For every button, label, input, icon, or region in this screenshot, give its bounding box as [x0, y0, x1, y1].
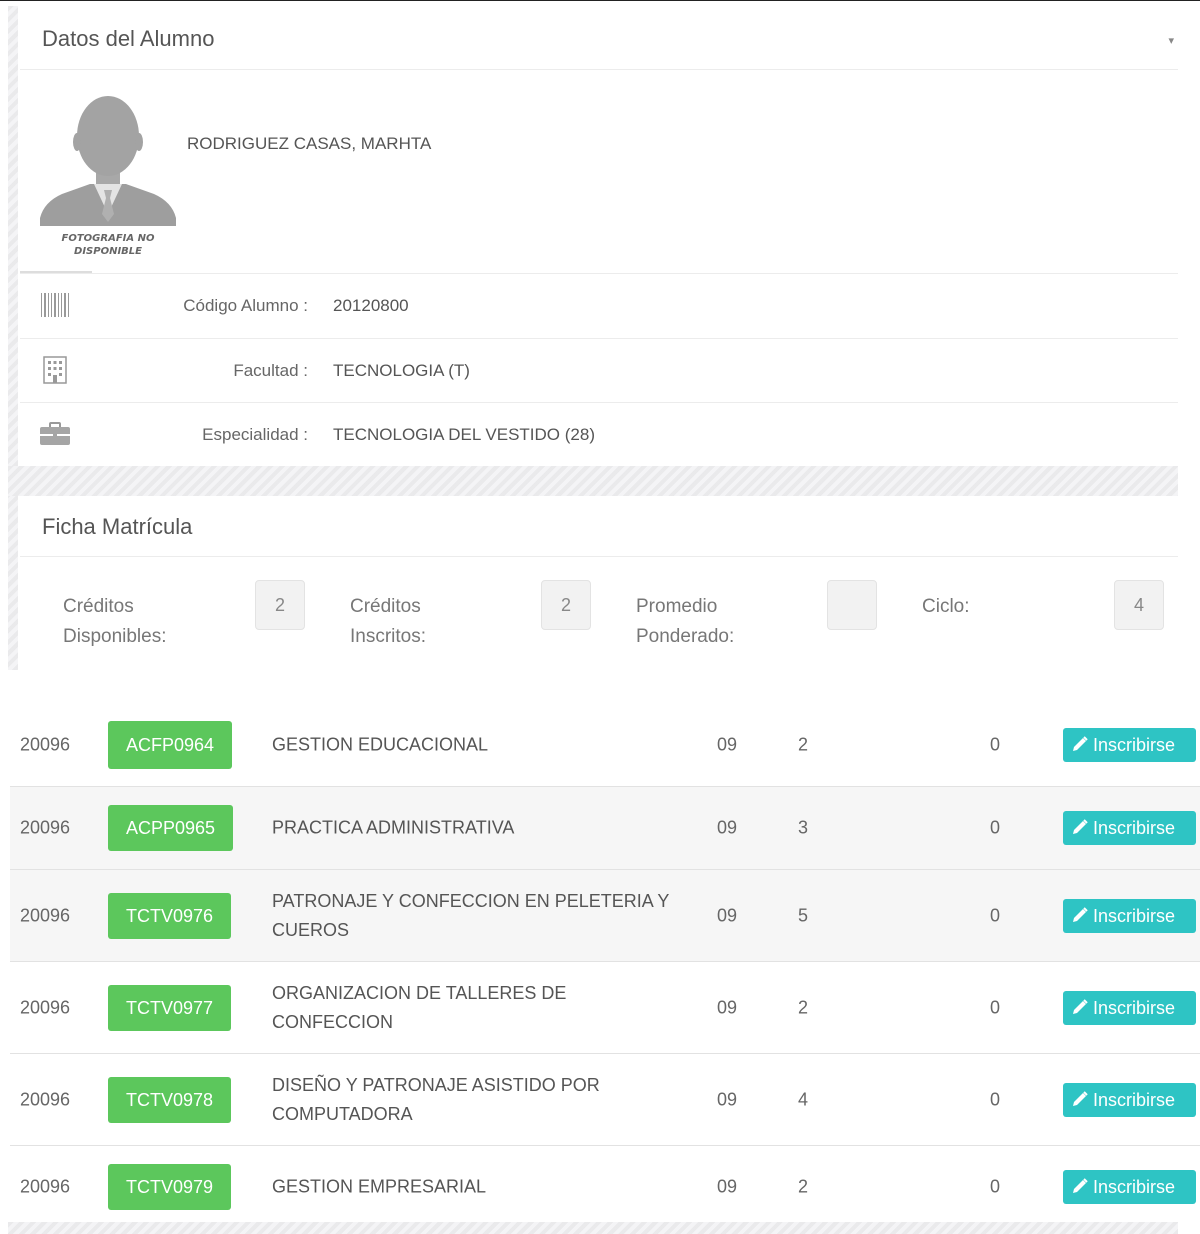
student-name: RODRIGUEZ CASAS, MARHTA [187, 134, 432, 153]
stat-value-weighted-average [827, 580, 877, 630]
field-label: Facultad : [233, 361, 308, 380]
course-code-badge: TCTV0977 [108, 984, 232, 1031]
course-name: PATRONAJE Y CONFECCION EN PELETERIA Y CU… [272, 890, 670, 940]
course-credits: 2 [798, 734, 809, 755]
course-name: PRACTICA ADMINISTRATIVA [272, 817, 515, 838]
table-row: 20096 ACPP0965 PRACTICA ADMINISTRATIVA 0… [10, 787, 1200, 870]
field-value: TECNOLOGIA DEL VESTIDO (28) [333, 425, 595, 444]
enroll-button[interactable]: Inscribirse [1063, 990, 1196, 1025]
course-id: 20096 [20, 997, 71, 1017]
course-count: 0 [990, 1176, 1001, 1197]
course-code-badge: TCTV0978 [108, 1076, 232, 1123]
course-section: 09 [717, 817, 738, 838]
enrollment-panel: Ficha Matrícula Créditos Disponibles: 2 … [20, 496, 1178, 670]
course-id: 20096 [20, 734, 71, 755]
student-data-panel: Datos del Alumno ▾ FOTOGRAFIA NO DISPONI… [20, 6, 1178, 466]
field-label: Código Alumno : [183, 296, 308, 315]
table-row: 20096 TCTV0978 DISEÑO Y PATRONAJE ASISTI… [10, 1054, 1200, 1146]
photo-caption: FOTOGRAFIA NO [62, 233, 155, 244]
course-id: 20096 [20, 1089, 71, 1109]
course-credits: 3 [798, 817, 809, 838]
stat-label-weighted-average: Promedio Ponderado: [636, 596, 735, 647]
panel-title: Datos del Alumno [42, 26, 215, 51]
pencil-icon [1073, 998, 1088, 1014]
course-section: 09 [717, 734, 738, 755]
user-silhouette-icon: FOTOGRAFIA NO DISPONIBLE [40, 96, 176, 257]
field-label: Especialidad : [202, 425, 308, 444]
panel-separator [8, 466, 1178, 496]
enroll-button[interactable]: Inscribirse [1063, 728, 1196, 762]
left-stripe [8, 6, 18, 670]
enroll-button[interactable]: Inscribirse [1063, 811, 1196, 845]
enroll-button-label: Inscribirse [1093, 818, 1176, 838]
enroll-button-label: Inscribirse [1093, 1177, 1176, 1197]
course-section: 09 [717, 1176, 738, 1197]
chevron-down-icon[interactable]: ▾ [1168, 34, 1174, 47]
course-name: DISEÑO Y PATRONAJE ASISTIDO POR COMPUTAD… [272, 1074, 600, 1124]
table-row: 20096 TCTV0976 PATRONAJE Y CONFECCION EN… [10, 870, 1200, 962]
course-section: 09 [717, 1089, 738, 1109]
panel-title: Ficha Matrícula [42, 514, 193, 539]
course-code-badge: ACPP0965 [108, 805, 234, 851]
stat-value-available-credits: 2 [255, 580, 305, 630]
course-name: GESTION EMPRESARIAL [272, 1176, 487, 1197]
barcode-icon [38, 290, 72, 320]
table-row: 20096 TCTV0977 ORGANIZACION DE TALLERES … [10, 962, 1200, 1054]
table-row: 20096 TCTV0979 GESTION EMPRESARIAL 09 2 … [10, 1146, 1200, 1228]
enroll-button-label: Inscribirse [1093, 1089, 1176, 1110]
course-count: 0 [990, 997, 1001, 1017]
divider [20, 556, 1178, 557]
course-count: 0 [990, 734, 1001, 755]
field-student-code: Código Alumno : 20120800 [20, 274, 1178, 338]
course-credits: 2 [798, 997, 809, 1017]
stat-value-enrolled-credits: 2 [541, 580, 591, 630]
photo-caption: DISPONIBLE [74, 246, 142, 257]
course-id: 20096 [20, 817, 71, 838]
course-count: 0 [990, 817, 1001, 838]
enroll-button[interactable]: Inscribirse [1063, 898, 1196, 933]
course-name: ORGANIZACION DE TALLERES DE CONFECCION [272, 982, 567, 1032]
divider [20, 69, 1178, 70]
pencil-icon [1073, 736, 1088, 751]
stat-label-available-credits: Créditos Disponibles: [63, 596, 167, 647]
course-credits: 4 [798, 1089, 809, 1109]
course-id: 20096 [20, 1176, 71, 1197]
pencil-icon [1073, 906, 1088, 922]
course-credits: 5 [798, 905, 809, 925]
pencil-icon [1073, 819, 1088, 834]
enroll-button-label: Inscribirse [1093, 905, 1176, 926]
course-name: GESTION EDUCACIONAL [272, 734, 489, 755]
briefcase-icon [38, 419, 72, 449]
table-row: 20096 ACFP0964 GESTION EDUCACIONAL 09 2 … [10, 704, 1200, 787]
course-count: 0 [990, 1089, 1001, 1109]
stat-label-cycle: Ciclo: [922, 596, 970, 617]
field-faculty: Facultad : TECNOLOGIA (T) [20, 339, 1178, 403]
top-border [0, 0, 1200, 1]
enroll-button-label: Inscribirse [1093, 997, 1176, 1018]
stat-label-enrolled-credits: Créditos Inscritos: [350, 596, 427, 647]
field-specialty: Especialidad : TECNOLOGIA DEL VESTIDO (2… [20, 403, 1178, 467]
enroll-button[interactable]: Inscribirse [1063, 1170, 1196, 1204]
field-value: 20120800 [333, 296, 409, 315]
course-count: 0 [990, 905, 1001, 925]
course-code-badge: ACFP0964 [108, 721, 233, 769]
course-section: 09 [717, 905, 738, 925]
course-code-badge: TCTV0979 [108, 1164, 232, 1210]
stat-value-cycle: 4 [1114, 580, 1164, 630]
pencil-icon [1073, 1178, 1088, 1193]
avatar: FOTOGRAFIA NO DISPONIBLE [40, 90, 176, 262]
enroll-button-label: Inscribirse [1093, 735, 1176, 755]
field-value: TECNOLOGIA (T) [333, 361, 470, 380]
enroll-button[interactable]: Inscribirse [1063, 1082, 1196, 1117]
course-id: 20096 [20, 905, 71, 925]
course-table: 20096 ACFP0964 GESTION EDUCACIONAL 09 2 … [10, 704, 1200, 1228]
building-icon [38, 355, 72, 385]
pencil-icon [1073, 1090, 1088, 1106]
course-section: 09 [717, 997, 738, 1017]
course-code-badge: TCTV0976 [108, 892, 232, 939]
course-credits: 2 [798, 1176, 809, 1197]
